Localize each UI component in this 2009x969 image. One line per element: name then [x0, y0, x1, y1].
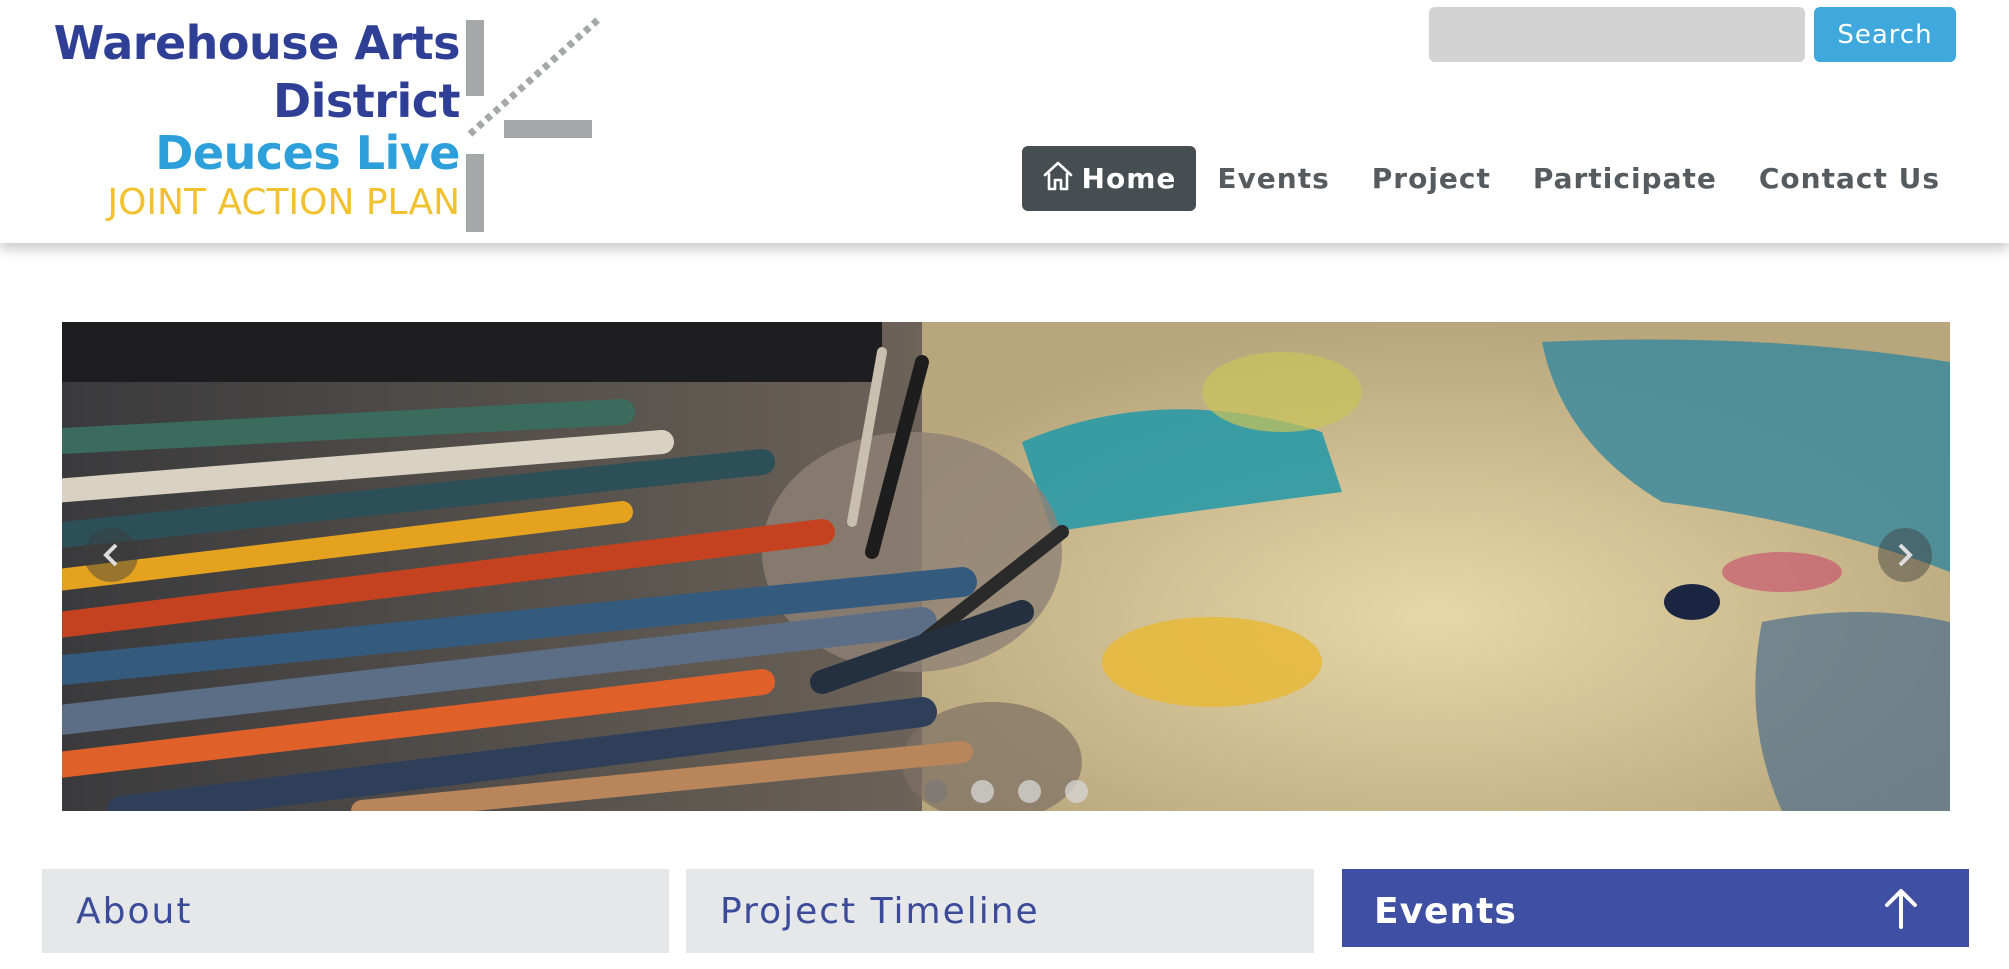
logo-mark-icon	[466, 15, 603, 232]
hero-carousel[interactable]	[62, 322, 1950, 811]
nav-item-project[interactable]: Project	[1351, 146, 1512, 211]
carousel-dot-1[interactable]	[924, 780, 947, 803]
carousel-next-button[interactable]	[1878, 528, 1932, 582]
carousel-indicators	[924, 780, 1088, 803]
logo-line-1: Warehouse Arts	[53, 16, 461, 70]
logo-line-4: JOINT ACTION PLAN	[107, 182, 460, 223]
nav-item-label: Contact Us	[1758, 162, 1940, 195]
events-panel: Events	[1342, 869, 1969, 947]
logo-line-2: District	[272, 74, 461, 128]
nav-item-label: Home	[1081, 162, 1177, 195]
logo-line-3: Deuces Live	[155, 126, 460, 180]
site-logo[interactable]: Warehouse Arts District Deuces Live JOIN…	[48, 14, 608, 236]
carousel-dot-3[interactable]	[1018, 780, 1041, 803]
chevron-right-icon	[1898, 543, 1913, 567]
project-timeline-heading[interactable]: Project Timeline	[720, 891, 1040, 932]
search-input[interactable]	[1429, 7, 1805, 62]
nav-item-participate[interactable]: Participate	[1512, 146, 1738, 211]
events-heading[interactable]: Events	[1374, 891, 1517, 932]
nav-item-home[interactable]: Home	[1021, 146, 1197, 211]
nav-item-events[interactable]: Events	[1196, 146, 1350, 211]
nav-item-label: Events	[1217, 162, 1330, 195]
arrow-up-icon[interactable]	[1881, 887, 1921, 929]
carousel-dot-2[interactable]	[971, 780, 994, 803]
carousel-dot-4[interactable]	[1065, 780, 1088, 803]
about-panel: About	[42, 869, 669, 953]
search-bar: Search	[1429, 7, 1956, 62]
home-icon	[1043, 161, 1072, 190]
search-button[interactable]: Search	[1814, 7, 1956, 62]
nav-item-contact[interactable]: Contact Us	[1738, 146, 1961, 211]
carousel-slide-image	[62, 322, 1950, 811]
site-header: Warehouse Arts District Deuces Live JOIN…	[0, 0, 2009, 243]
carousel-prev-button[interactable]	[84, 528, 138, 582]
main-nav: Home Events Project Participate Contact …	[1021, 146, 1961, 211]
project-timeline-panel: Project Timeline	[686, 869, 1314, 953]
about-heading[interactable]: About	[76, 891, 192, 932]
nav-item-label: Project	[1371, 162, 1491, 195]
nav-item-label: Participate	[1532, 162, 1717, 195]
chevron-left-icon	[103, 543, 118, 567]
